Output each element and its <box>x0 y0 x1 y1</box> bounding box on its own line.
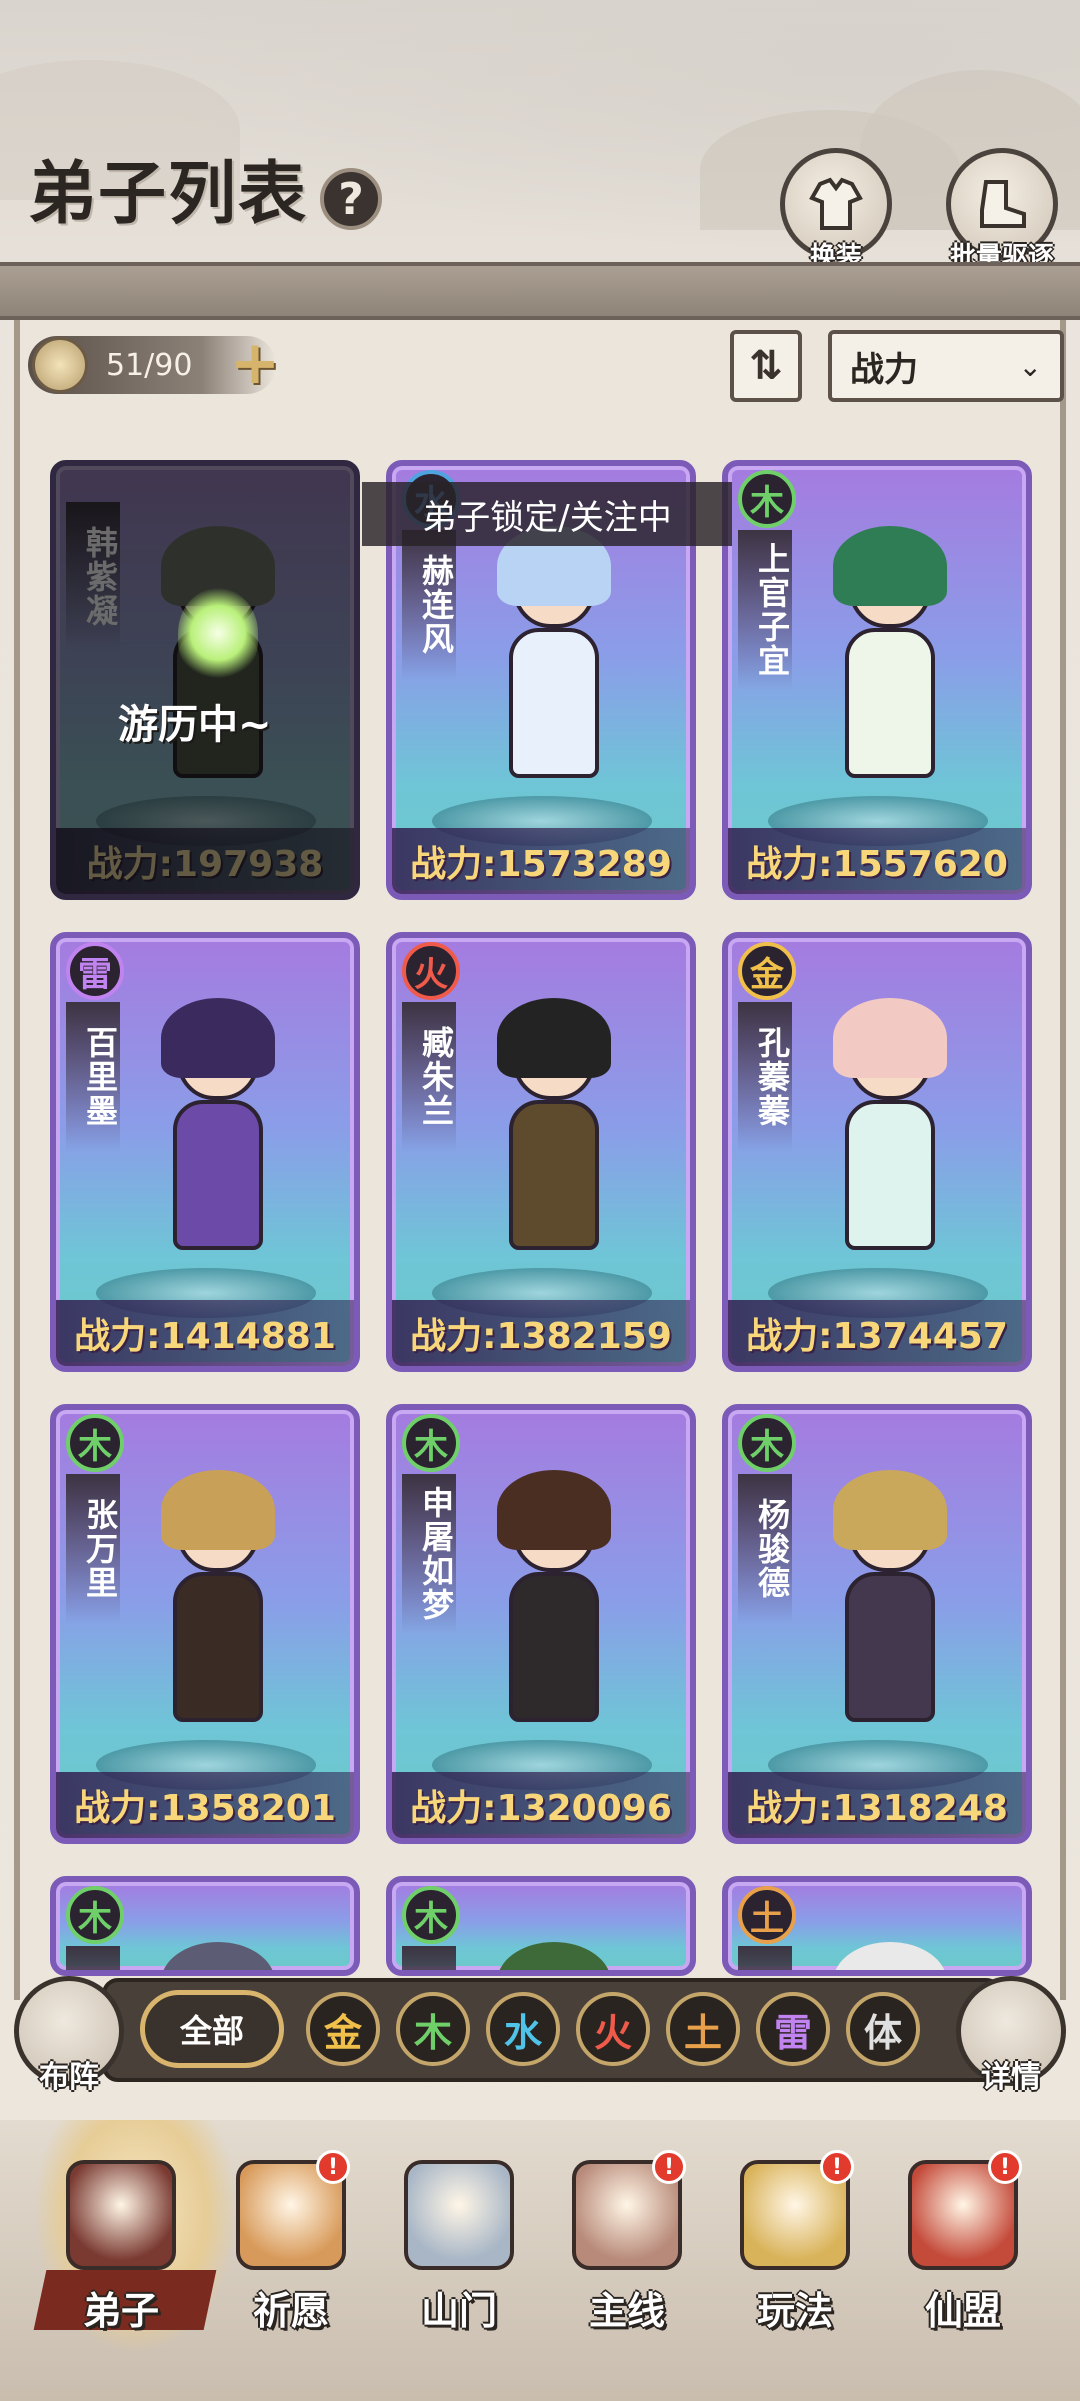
nav-tab[interactable]: 祈愿! <box>216 2150 366 2340</box>
disciple-name: 赫连风 <box>402 530 456 680</box>
filter-all-button[interactable]: 全部 <box>140 1990 284 2068</box>
filter-element-chip[interactable]: 体 <box>846 1992 920 2066</box>
notification-badge: ! <box>652 2150 686 2184</box>
nav-tab-label: 山门 <box>420 2289 497 2333</box>
notification-badge: ! <box>316 2150 350 2184</box>
change-outfit-button[interactable]: 换装 <box>780 148 892 272</box>
disciple-portrait <box>487 998 617 1288</box>
combat-power: 战力:197938 <box>56 828 354 894</box>
disciple-avatar-icon <box>32 337 88 393</box>
nav-tab[interactable]: 玩法! <box>720 2150 870 2340</box>
disciple-name: 臧朱兰 <box>402 1002 456 1152</box>
decorative-rail <box>0 262 1080 320</box>
disciple-card[interactable]: 木申屠如梦战力:1320096 <box>386 1404 696 1844</box>
nav-tab[interactable]: 山门 <box>384 2150 534 2340</box>
nav-tab-label: 弟子 <box>82 2289 159 2333</box>
help-icon[interactable]: ? <box>320 168 382 230</box>
combat-power: 战力:1318248 <box>728 1772 1026 1838</box>
sort-select-value: 战力 <box>850 349 918 390</box>
add-capacity-icon[interactable]: + <box>226 333 284 393</box>
combat-power: 战力:1557620 <box>728 828 1026 894</box>
disciple-portrait <box>487 526 617 816</box>
disciple-portrait <box>823 526 953 816</box>
filter-element-chip[interactable]: 土 <box>666 1992 740 2066</box>
disciple-portrait <box>487 1942 617 1970</box>
disciple-portrait <box>823 998 953 1288</box>
filter-element-chip[interactable]: 雷 <box>756 1992 830 2066</box>
disciple-portrait <box>823 1470 953 1760</box>
element-badge: 木 <box>66 1886 124 1944</box>
combat-power: 战力:1374457 <box>728 1300 1026 1366</box>
details-label: 详情 <box>981 2060 1041 2095</box>
disciple-card[interactable]: 火臧朱兰战力:1382159 <box>386 932 696 1372</box>
page-title: 弟子列表 <box>28 154 309 234</box>
disciple-card[interactable]: 木杨骏德战力:1318248 <box>722 1404 1032 1844</box>
notification-badge: ! <box>820 2150 854 2184</box>
disciple-card[interactable]: 木叶 <box>386 1876 696 1976</box>
combat-power: 战力:1382159 <box>392 1300 690 1366</box>
element-badge: 木 <box>402 1414 460 1472</box>
nav-tab[interactable]: 主线! <box>552 2150 702 2340</box>
chevron-down-icon: ⌄ <box>1018 349 1042 383</box>
nav-tab-label: 仙盟 <box>924 2289 1001 2333</box>
element-badge: 火 <box>402 942 460 1000</box>
disciple-name: 申屠如梦 <box>402 1474 456 1634</box>
nav-tab-label: 玩法 <box>756 2289 833 2333</box>
filter-element-chip[interactable]: 金 <box>306 1992 380 2066</box>
combat-power: 战力:1358201 <box>56 1772 354 1838</box>
disciple-count: 51/90 <box>106 347 193 383</box>
disciple-card[interactable]: 雷百里墨战力:1414881 <box>50 932 360 1372</box>
batch-dismiss-button[interactable]: 批量驱逐 <box>946 148 1058 272</box>
disciple-portrait <box>823 1942 953 1970</box>
element-badge: 土 <box>738 1886 796 1944</box>
nav-tab-label: 祈愿 <box>252 2289 329 2333</box>
disciple-card[interactable]: 木上官子宜战力:1557620 <box>722 460 1032 900</box>
disciple-icon <box>66 2160 176 2270</box>
disciple-card[interactable]: 木呼 <box>50 1876 360 1976</box>
filter-element-chip[interactable]: 木 <box>396 1992 470 2066</box>
traveling-status: 游历中~ <box>118 702 272 748</box>
disciple-name: 叶 <box>402 1946 456 1970</box>
disciple-card[interactable]: 金孔蓁蓁战力:1374457 <box>722 932 1032 1372</box>
disciple-name: 孔蓁蓁 <box>738 1002 792 1152</box>
combat-power: 战力:1573289 <box>392 828 690 894</box>
disciple-name: 上官子宜 <box>738 530 792 690</box>
disciple-portrait <box>487 1470 617 1760</box>
nav-tab-label: 主线 <box>588 2289 665 2333</box>
nav-tab[interactable]: 仙盟! <box>888 2150 1038 2340</box>
traveling-spirit-icon <box>178 588 258 678</box>
nav-tab[interactable]: 弟子 <box>46 2150 196 2340</box>
disciple-name: 张万里 <box>66 1474 120 1624</box>
element-badge: 木 <box>738 1414 796 1472</box>
formation-button[interactable]: 布阵 <box>14 1976 124 2095</box>
combat-power: 战力:1320096 <box>392 1772 690 1838</box>
filter-element-chip[interactable]: 水 <box>486 1992 560 2066</box>
disciple-portrait <box>151 1470 281 1760</box>
disciple-name: 姚 <box>738 1946 792 1970</box>
details-button[interactable]: 详情 <box>956 1976 1066 2095</box>
element-badge: 木 <box>66 1414 124 1472</box>
disciple-portrait <box>151 1942 281 1970</box>
disciple-name: 韩紫凝 <box>66 502 120 652</box>
gate-icon <box>404 2160 514 2270</box>
disciple-portrait <box>151 998 281 1288</box>
disciple-card[interactable]: 土姚 <box>722 1876 1032 1976</box>
combat-power: 战力:1414881 <box>56 1300 354 1366</box>
element-badge: 雷 <box>66 942 124 1000</box>
formation-label: 布阵 <box>39 2060 99 2095</box>
element-badge: 木 <box>402 1886 460 1944</box>
disciple-card[interactable]: 韩紫凝战力:197938 <box>50 460 360 900</box>
sort-select[interactable]: 战力 ⌄ <box>828 330 1064 402</box>
disciple-name: 呼 <box>66 1946 120 1970</box>
filter-element-chip[interactable]: 火 <box>576 1992 650 2066</box>
notification-badge: ! <box>988 2150 1022 2184</box>
disciple-name: 杨骏德 <box>738 1474 792 1624</box>
disciple-name: 百里墨 <box>66 1002 120 1152</box>
lock-follow-tooltip: 弟子锁定/关注中 <box>362 482 732 546</box>
sort-order-toggle-icon[interactable]: ⇅ <box>730 330 802 402</box>
disciple-card[interactable]: 木张万里战力:1358201 <box>50 1404 360 1844</box>
element-badge: 木 <box>738 470 796 528</box>
element-badge: 金 <box>738 942 796 1000</box>
